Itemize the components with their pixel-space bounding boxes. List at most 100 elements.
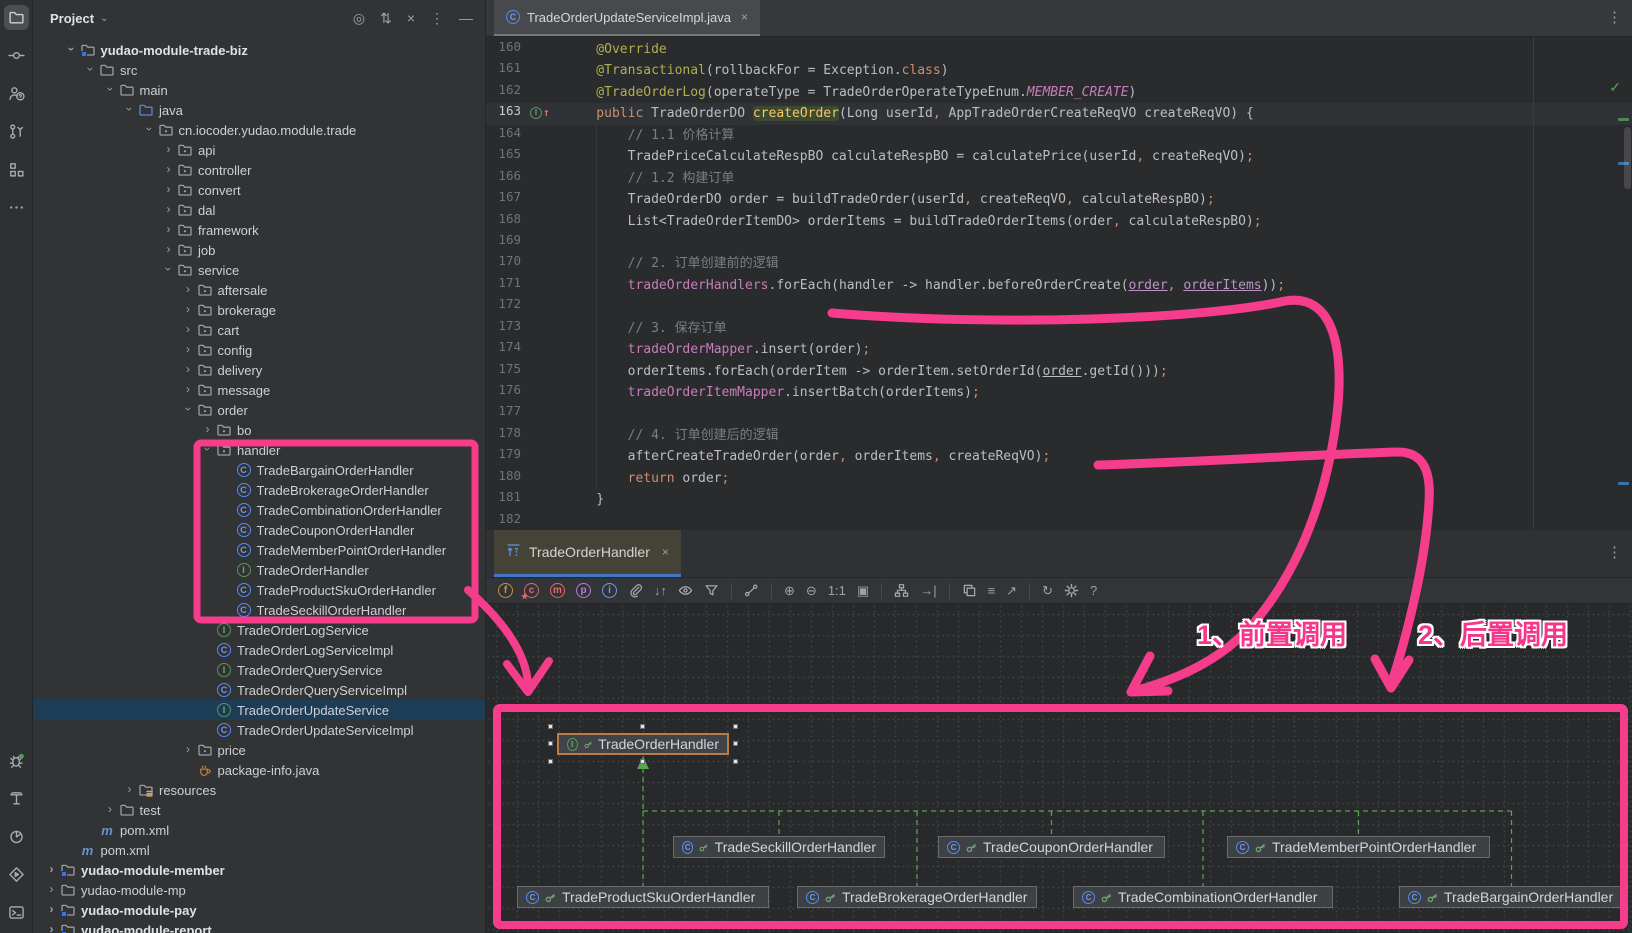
tree-item-cn-iocoder-yudao-module-trade[interactable]: ›cn.iocoder.yudao.module.trade	[33, 120, 485, 140]
chevron-collapsed-icon[interactable]: ›	[162, 202, 175, 216]
selection-handle[interactable]	[640, 759, 645, 764]
tree-item-dal[interactable]: ›dal	[33, 200, 485, 220]
tree-item-cart[interactable]: ›cart	[33, 320, 485, 340]
diagram-canvas[interactable]: I TradeOrderHandler C TradeSeckillOrderHa…	[486, 604, 1632, 933]
chevron-collapsed-icon[interactable]: ›	[45, 922, 58, 933]
selection-handle[interactable]	[733, 759, 738, 764]
tree-item-order[interactable]: ›order	[33, 400, 485, 420]
chevron-collapsed-icon[interactable]: ›	[182, 382, 195, 396]
tree-item-controller[interactable]: ›controller	[33, 160, 485, 180]
tree-item-yudao-module-mp[interactable]: ›yudao-module-mp	[33, 880, 485, 900]
editor-scrollbar-thumb[interactable]	[1624, 127, 1631, 189]
chevron-expanded-icon[interactable]: ›	[162, 263, 176, 276]
code-area[interactable]: @Override @Transactional(rollbackFor = E…	[565, 37, 1632, 530]
chevron-collapsed-icon[interactable]: ›	[162, 182, 175, 196]
terminal-icon[interactable]	[4, 900, 29, 925]
diagram-node-TradeSeckillOrderHandler[interactable]: C TradeSeckillOrderHandler	[673, 836, 885, 858]
diagram-node-TradeOrderHandler[interactable]: I TradeOrderHandler	[557, 733, 729, 755]
structure-icon[interactable]	[4, 157, 29, 182]
diagram-node-TradeBrokerageOrderHandler[interactable]: C TradeBrokerageOrderHandler	[797, 886, 1037, 908]
chevron-collapsed-icon[interactable]: ›	[182, 742, 195, 756]
notes-icon[interactable]: ≡	[988, 583, 996, 598]
inspections-ok-icon[interactable]: ✓	[1609, 79, 1621, 96]
diagram-node-TradeProductSkuOrderHandler[interactable]: C TradeProductSkuOrderHandler	[517, 886, 769, 908]
services-icon[interactable]	[4, 862, 29, 887]
pull-requests-icon[interactable]	[4, 119, 29, 144]
tree-item-aftersale[interactable]: ›aftersale	[33, 280, 485, 300]
chevron-collapsed-icon[interactable]: ›	[45, 902, 58, 916]
tree-item-yudao-module-pay[interactable]: ›yudao-module-pay	[33, 900, 485, 920]
properties-toggle[interactable]: p	[576, 583, 591, 598]
tab-options-kebab-icon[interactable]: ⋮	[1607, 8, 1622, 26]
refresh-icon[interactable]: ↻	[1042, 583, 1053, 599]
tree-item-job[interactable]: ›job	[33, 240, 485, 260]
tree-item-pom-xml[interactable]: mpom.xml	[33, 840, 485, 860]
tree-item-package-info-java[interactable]: package-info.java	[33, 760, 485, 780]
close-icon[interactable]: ×	[662, 545, 669, 559]
collapse-all-icon[interactable]: ×	[407, 10, 415, 26]
chevron-collapsed-icon[interactable]: ›	[182, 282, 195, 296]
tree-item-TradeCouponOrderHandler[interactable]: CTradeCouponOrderHandler	[33, 520, 485, 540]
selection-handle[interactable]	[640, 724, 645, 729]
chevron-collapsed-icon[interactable]: ›	[45, 882, 58, 896]
actual-size-label[interactable]: 1:1	[828, 583, 846, 598]
editor-body[interactable]: 160161162163I↑16416516616716816917017117…	[486, 37, 1632, 530]
selection-handle[interactable]	[733, 741, 738, 746]
diagram-node-TradeCouponOrderHandler[interactable]: C TradeCouponOrderHandler	[938, 836, 1165, 858]
expand-icon[interactable]: ⇅	[380, 10, 392, 26]
tree-item-delivery[interactable]: ›delivery	[33, 360, 485, 380]
project-panel-title[interactable]: Project	[50, 11, 94, 26]
chevron-expanded-icon[interactable]: ›	[103, 83, 117, 96]
tree-item-framework[interactable]: ›framework	[33, 220, 485, 240]
chevron-collapsed-icon[interactable]: ›	[182, 302, 195, 316]
tree-item-TradeSeckillOrderHandler[interactable]: CTradeSeckillOrderHandler	[33, 600, 485, 620]
hide-icon[interactable]: —	[459, 10, 473, 26]
tree-item-yudao-module-report[interactable]: ›yudao-module-report	[33, 920, 485, 933]
tree-item-TradeProductSkuOrderHandler[interactable]: CTradeProductSkuOrderHandler	[33, 580, 485, 600]
tree-item-main[interactable]: ›main	[33, 80, 485, 100]
tree-item-pom-xml[interactable]: mpom.xml	[33, 820, 485, 840]
constructors-toggle[interactable]: c★	[524, 583, 539, 598]
tree-item-TradeOrderQueryService[interactable]: ITradeOrderQueryService	[33, 660, 485, 680]
tree-item-message[interactable]: ›message	[33, 380, 485, 400]
tree-item-test[interactable]: ›test	[33, 800, 485, 820]
filter-icon[interactable]	[704, 583, 719, 598]
chevron-collapsed-icon[interactable]: ›	[45, 862, 58, 876]
chat-help-icon[interactable]	[4, 81, 29, 106]
scope-icon[interactable]	[678, 583, 693, 598]
more-tools-icon[interactable]	[4, 195, 29, 220]
tree-item-java[interactable]: ›java	[33, 100, 485, 120]
export-icon[interactable]: ↗	[1006, 583, 1017, 599]
chevron-collapsed-icon[interactable]: ›	[123, 782, 136, 796]
chevron-down-icon[interactable]: ⌄	[100, 13, 108, 24]
diagram-options-kebab-icon[interactable]: ⋮	[1607, 543, 1622, 561]
profiler-icon[interactable]	[4, 824, 29, 849]
help-icon[interactable]: ?	[1090, 583, 1097, 598]
tree-item-yudao-module-trade-biz[interactable]: ›yudao-module-trade-biz	[33, 40, 485, 60]
tree-item-TradeOrderUpdateServiceImpl[interactable]: CTradeOrderUpdateServiceImpl	[33, 720, 485, 740]
tree-item-TradeOrderLogService[interactable]: ITradeOrderLogService	[33, 620, 485, 640]
tree-item-yudao-module-member[interactable]: ›yudao-module-member	[33, 860, 485, 880]
fit-content-icon[interactable]: ▣	[857, 583, 869, 599]
selection-handle[interactable]	[548, 724, 553, 729]
tree-item-TradeOrderLogServiceImpl[interactable]: CTradeOrderLogServiceImpl	[33, 640, 485, 660]
selection-handle[interactable]	[548, 759, 553, 764]
chevron-collapsed-icon[interactable]: ›	[201, 422, 214, 436]
chevron-expanded-icon[interactable]: ›	[201, 443, 215, 456]
chevron-collapsed-icon[interactable]: ›	[162, 222, 175, 236]
inner-classes-toggle[interactable]: i	[602, 583, 617, 598]
diagram-node-TradeCombinationOrderHandler[interactable]: C TradeCombinationOrderHandler	[1073, 886, 1333, 908]
tree-item-bo[interactable]: ›bo	[33, 420, 485, 440]
tree-item-TradeBrokerageOrderHandler[interactable]: CTradeBrokerageOrderHandler	[33, 480, 485, 500]
tree-item-convert[interactable]: ›convert	[33, 180, 485, 200]
chevron-collapsed-icon[interactable]: ›	[182, 362, 195, 376]
tree-item-TradeOrderUpdateService[interactable]: ITradeOrderUpdateService	[33, 700, 485, 720]
settings-gear-icon[interactable]	[1064, 583, 1079, 598]
tree-item-TradeOrderQueryServiceImpl[interactable]: CTradeOrderQueryServiceImpl	[33, 680, 485, 700]
tree-item-handler[interactable]: ›handler	[33, 440, 485, 460]
project-icon[interactable]	[4, 5, 29, 30]
chevron-collapsed-icon[interactable]: ›	[104, 802, 117, 816]
chevron-collapsed-icon[interactable]: ›	[162, 162, 175, 176]
close-icon[interactable]: ×	[741, 10, 748, 24]
tree-item-price[interactable]: ›price	[33, 740, 485, 760]
